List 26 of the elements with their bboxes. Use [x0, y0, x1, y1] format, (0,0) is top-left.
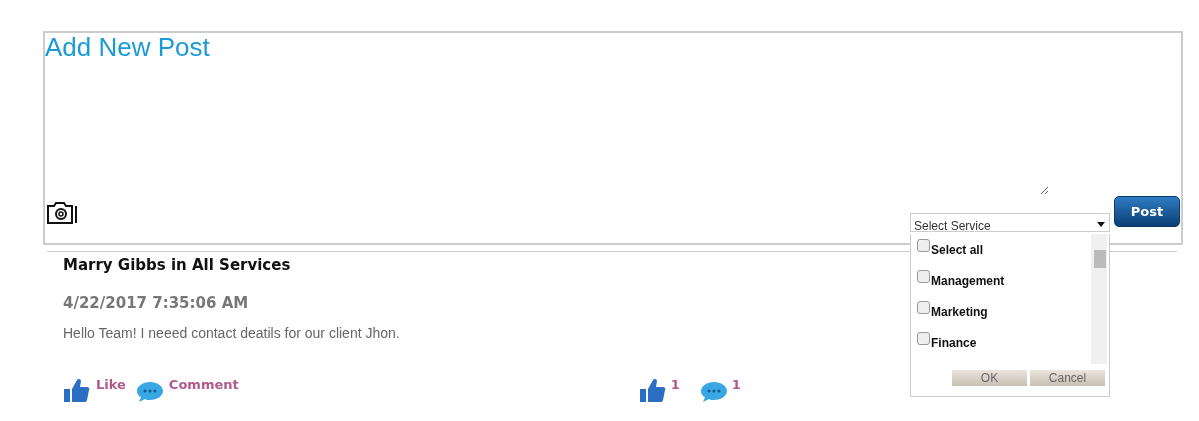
speech-bubble-icon[interactable]	[135, 381, 164, 403]
like-count: 1	[670, 377, 680, 392]
checkbox[interactable]	[917, 301, 930, 314]
speech-bubble-icon[interactable]	[699, 381, 728, 403]
cancel-button[interactable]: Cancel	[1030, 370, 1105, 386]
comment-count: 1	[731, 377, 741, 392]
thumbs-up-icon[interactable]	[63, 377, 91, 403]
dropdown-caret-icon	[1097, 222, 1105, 227]
camera-icon[interactable]	[46, 201, 78, 225]
post-timestamp: 4/22/2017 7:35:06 AM	[63, 294, 249, 312]
service-option[interactable]: Management	[913, 265, 1091, 296]
composer-title: Add New Post	[45, 33, 211, 61]
checkbox[interactable]	[917, 332, 930, 345]
service-select[interactable]: Select Service	[910, 213, 1110, 232]
post-author: Marry Gibbs in All Services	[63, 256, 291, 274]
service-option[interactable]: Marketing	[913, 296, 1091, 327]
thumbs-up-icon[interactable]	[638, 377, 667, 403]
checkbox[interactable]	[917, 270, 930, 283]
service-option[interactable]: Finance	[913, 327, 1091, 358]
scrollbar[interactable]	[1091, 234, 1107, 364]
post-button[interactable]: Post	[1114, 196, 1180, 227]
checkbox[interactable]	[917, 239, 930, 252]
comment-link[interactable]: Comment	[168, 377, 239, 392]
ok-button[interactable]: OK	[952, 370, 1027, 386]
post-body: Hello Team! I neeed contact deatils for our client Jhon.	[63, 325, 400, 341]
like-link[interactable]: Like	[96, 377, 126, 392]
